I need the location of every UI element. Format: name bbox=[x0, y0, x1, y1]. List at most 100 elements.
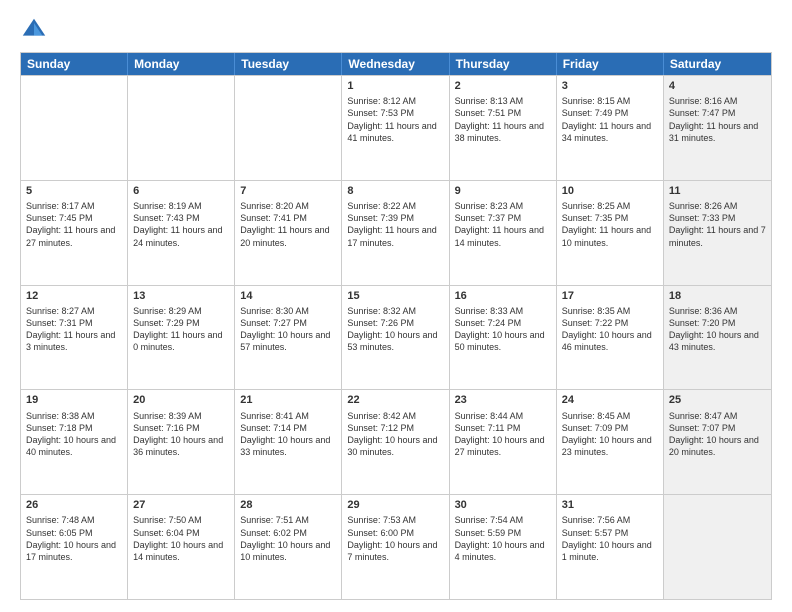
header bbox=[20, 16, 772, 44]
calendar-cell: 14 Sunrise: 8:30 AM Sunset: 7:27 PM Dayli… bbox=[235, 286, 342, 390]
calendar-cell: 25 Sunrise: 8:47 AM Sunset: 7:07 PM Dayli… bbox=[664, 390, 771, 494]
day-number: 31 bbox=[562, 498, 658, 512]
calendar-row-1: 5 Sunrise: 8:17 AM Sunset: 7:45 PM Daylig… bbox=[21, 180, 771, 285]
logo bbox=[20, 16, 52, 44]
calendar-cell bbox=[235, 76, 342, 180]
day-number: 7 bbox=[240, 184, 336, 198]
calendar-cell: 29 Sunrise: 7:53 AM Sunset: 6:00 PM Dayli… bbox=[342, 495, 449, 599]
cell-info: Sunrise: 8:25 AM Sunset: 7:35 PM Dayligh… bbox=[562, 200, 658, 249]
cell-info: Sunrise: 8:35 AM Sunset: 7:22 PM Dayligh… bbox=[562, 305, 658, 354]
day-number: 17 bbox=[562, 289, 658, 303]
calendar-cell: 1 Sunrise: 8:12 AM Sunset: 7:53 PM Daylig… bbox=[342, 76, 449, 180]
day-number: 21 bbox=[240, 393, 336, 407]
day-number: 22 bbox=[347, 393, 443, 407]
day-number: 15 bbox=[347, 289, 443, 303]
calendar-cell: 11Sunrise: 8:26 AM Sunset: 7:33 PM Dayli… bbox=[664, 181, 771, 285]
day-number: 29 bbox=[347, 498, 443, 512]
calendar-header: SundayMondayTuesdayWednesdayThursdayFrid… bbox=[21, 53, 771, 75]
calendar-row-2: 12 Sunrise: 8:27 AM Sunset: 7:31 PM Dayli… bbox=[21, 285, 771, 390]
day-number: 12 bbox=[26, 289, 122, 303]
day-header-tuesday: Tuesday bbox=[235, 53, 342, 75]
cell-info: Sunrise: 8:16 AM Sunset: 7:47 PM Dayligh… bbox=[669, 95, 766, 144]
cell-info: Sunrise: 8:41 AM Sunset: 7:14 PM Dayligh… bbox=[240, 410, 336, 459]
day-header-saturday: Saturday bbox=[664, 53, 771, 75]
day-number: 2 bbox=[455, 79, 551, 93]
day-number: 5 bbox=[26, 184, 122, 198]
calendar-cell: 24 Sunrise: 8:45 AM Sunset: 7:09 PM Dayli… bbox=[557, 390, 664, 494]
cell-info: Sunrise: 8:32 AM Sunset: 7:26 PM Dayligh… bbox=[347, 305, 443, 354]
cell-info: Sunrise: 8:38 AM Sunset: 7:18 PM Dayligh… bbox=[26, 410, 122, 459]
cell-info: Sunrise: 8:30 AM Sunset: 7:27 PM Dayligh… bbox=[240, 305, 336, 354]
calendar-cell bbox=[128, 76, 235, 180]
day-header-friday: Friday bbox=[557, 53, 664, 75]
cell-info: Sunrise: 8:39 AM Sunset: 7:16 PM Dayligh… bbox=[133, 410, 229, 459]
day-number: 24 bbox=[562, 393, 658, 407]
calendar-cell: 12 Sunrise: 8:27 AM Sunset: 7:31 PM Dayli… bbox=[21, 286, 128, 390]
calendar-cell: 6Sunrise: 8:19 AM Sunset: 7:43 PM Daylig… bbox=[128, 181, 235, 285]
calendar-cell: 5 Sunrise: 8:17 AM Sunset: 7:45 PM Daylig… bbox=[21, 181, 128, 285]
day-number: 18 bbox=[669, 289, 766, 303]
cell-info: Sunrise: 8:29 AM Sunset: 7:29 PM Dayligh… bbox=[133, 305, 229, 354]
cell-info: Sunrise: 7:54 AM Sunset: 5:59 PM Dayligh… bbox=[455, 514, 551, 563]
cell-info: Sunrise: 7:51 AM Sunset: 6:02 PM Dayligh… bbox=[240, 514, 336, 563]
calendar-row-0: 1 Sunrise: 8:12 AM Sunset: 7:53 PM Daylig… bbox=[21, 75, 771, 180]
calendar-cell bbox=[664, 495, 771, 599]
day-number: 14 bbox=[240, 289, 336, 303]
calendar-cell bbox=[21, 76, 128, 180]
day-number: 13 bbox=[133, 289, 229, 303]
calendar-cell: 8 Sunrise: 8:22 AM Sunset: 7:39 PM Daylig… bbox=[342, 181, 449, 285]
cell-info: Sunrise: 7:56 AM Sunset: 5:57 PM Dayligh… bbox=[562, 514, 658, 563]
day-number: 27 bbox=[133, 498, 229, 512]
cell-info: Sunrise: 8:15 AM Sunset: 7:49 PM Dayligh… bbox=[562, 95, 658, 144]
calendar-cell: 16Sunrise: 8:33 AM Sunset: 7:24 PM Dayli… bbox=[450, 286, 557, 390]
calendar-cell: 26 Sunrise: 7:48 AM Sunset: 6:05 PM Dayli… bbox=[21, 495, 128, 599]
day-number: 28 bbox=[240, 498, 336, 512]
day-number: 16 bbox=[455, 289, 551, 303]
calendar-cell: 9 Sunrise: 8:23 AM Sunset: 7:37 PM Daylig… bbox=[450, 181, 557, 285]
day-number: 25 bbox=[669, 393, 766, 407]
day-number: 8 bbox=[347, 184, 443, 198]
calendar-cell: 15 Sunrise: 8:32 AM Sunset: 7:26 PM Dayli… bbox=[342, 286, 449, 390]
calendar-cell: 3 Sunrise: 8:15 AM Sunset: 7:49 PM Daylig… bbox=[557, 76, 664, 180]
calendar-row-3: 19 Sunrise: 8:38 AM Sunset: 7:18 PM Dayli… bbox=[21, 389, 771, 494]
cell-info: Sunrise: 8:13 AM Sunset: 7:51 PM Dayligh… bbox=[455, 95, 551, 144]
calendar-cell: 30 Sunrise: 7:54 AM Sunset: 5:59 PM Dayli… bbox=[450, 495, 557, 599]
day-number: 23 bbox=[455, 393, 551, 407]
day-number: 9 bbox=[455, 184, 551, 198]
calendar: SundayMondayTuesdayWednesdayThursdayFrid… bbox=[20, 52, 772, 600]
cell-info: Sunrise: 8:45 AM Sunset: 7:09 PM Dayligh… bbox=[562, 410, 658, 459]
cell-info: Sunrise: 7:48 AM Sunset: 6:05 PM Dayligh… bbox=[26, 514, 122, 563]
page: SundayMondayTuesdayWednesdayThursdayFrid… bbox=[0, 0, 792, 612]
cell-info: Sunrise: 8:17 AM Sunset: 7:45 PM Dayligh… bbox=[26, 200, 122, 249]
cell-info: Sunrise: 7:53 AM Sunset: 6:00 PM Dayligh… bbox=[347, 514, 443, 563]
day-header-monday: Monday bbox=[128, 53, 235, 75]
calendar-cell: 27Sunrise: 7:50 AM Sunset: 6:04 PM Dayli… bbox=[128, 495, 235, 599]
day-header-sunday: Sunday bbox=[21, 53, 128, 75]
day-number: 26 bbox=[26, 498, 122, 512]
cell-info: Sunrise: 8:36 AM Sunset: 7:20 PM Dayligh… bbox=[669, 305, 766, 354]
calendar-cell: 23Sunrise: 8:44 AM Sunset: 7:11 PM Dayli… bbox=[450, 390, 557, 494]
day-number: 30 bbox=[455, 498, 551, 512]
calendar-row-4: 26 Sunrise: 7:48 AM Sunset: 6:05 PM Dayli… bbox=[21, 494, 771, 599]
cell-info: Sunrise: 8:47 AM Sunset: 7:07 PM Dayligh… bbox=[669, 410, 766, 459]
cell-info: Sunrise: 8:22 AM Sunset: 7:39 PM Dayligh… bbox=[347, 200, 443, 249]
calendar-cell: 4 Sunrise: 8:16 AM Sunset: 7:47 PM Daylig… bbox=[664, 76, 771, 180]
day-number: 20 bbox=[133, 393, 229, 407]
calendar-cell: 20 Sunrise: 8:39 AM Sunset: 7:16 PM Dayli… bbox=[128, 390, 235, 494]
day-number: 3 bbox=[562, 79, 658, 93]
calendar-cell: 18 Sunrise: 8:36 AM Sunset: 7:20 PM Dayli… bbox=[664, 286, 771, 390]
calendar-body: 1 Sunrise: 8:12 AM Sunset: 7:53 PM Daylig… bbox=[21, 75, 771, 599]
day-number: 4 bbox=[669, 79, 766, 93]
calendar-cell: 28 Sunrise: 7:51 AM Sunset: 6:02 PM Dayli… bbox=[235, 495, 342, 599]
day-number: 6 bbox=[133, 184, 229, 198]
cell-info: Sunrise: 8:42 AM Sunset: 7:12 PM Dayligh… bbox=[347, 410, 443, 459]
day-number: 1 bbox=[347, 79, 443, 93]
cell-info: Sunrise: 8:12 AM Sunset: 7:53 PM Dayligh… bbox=[347, 95, 443, 144]
day-number: 19 bbox=[26, 393, 122, 407]
day-number: 11 bbox=[669, 184, 766, 198]
cell-info: Sunrise: 8:23 AM Sunset: 7:37 PM Dayligh… bbox=[455, 200, 551, 249]
day-header-wednesday: Wednesday bbox=[342, 53, 449, 75]
logo-icon bbox=[20, 16, 48, 44]
cell-info: Sunrise: 8:27 AM Sunset: 7:31 PM Dayligh… bbox=[26, 305, 122, 354]
calendar-cell: 10Sunrise: 8:25 AM Sunset: 7:35 PM Dayli… bbox=[557, 181, 664, 285]
